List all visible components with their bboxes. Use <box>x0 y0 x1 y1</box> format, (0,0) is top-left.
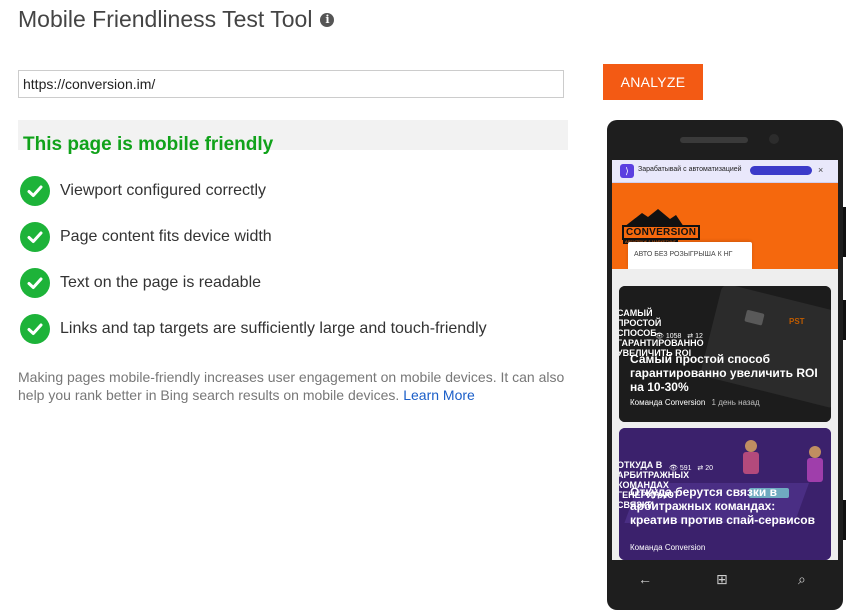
promo-text: АВТО БЕЗ РОЗЫГРЫША К НГ <box>634 251 733 258</box>
check-item: Text on the page is readable <box>20 260 487 306</box>
windows-home-icon[interactable]: ⊞ <box>716 571 728 588</box>
article-author: Команда Conversion 1 день назад <box>630 398 760 407</box>
check-item: Links and tap targets are sufficiently l… <box>20 306 487 352</box>
page-title: Mobile Friendliness Test Tool i <box>18 6 335 33</box>
phone-side-button <box>843 207 846 257</box>
check-item: Viewport configured correctly <box>20 168 487 214</box>
note-text: Making pages mobile-friendly increases u… <box>18 369 565 403</box>
result-heading: This page is mobile friendly <box>23 134 274 155</box>
check-circle-icon <box>20 222 50 252</box>
phone-speaker <box>680 137 748 143</box>
analyze-button[interactable]: ANALYZE <box>603 64 703 100</box>
search-icon[interactable]: ⌕ <box>798 571 806 588</box>
check-label: Page content fits device width <box>60 228 272 245</box>
learn-more-link[interactable]: Learn More <box>403 387 475 403</box>
comments-count: 20 <box>705 465 713 472</box>
info-icon[interactable]: i <box>320 12 335 27</box>
comments-count: 12 <box>695 333 703 340</box>
check-label: Text on the page is readable <box>60 274 262 291</box>
check-circle-icon <box>20 176 50 206</box>
check-item: Page content fits device width <box>20 214 487 260</box>
article-card[interactable]: ОТКУДА В АРБИТРАЖНЫХ КОМАНДАХ ГЕНЕРИРУЮТ… <box>619 428 831 560</box>
check-label: Links and tap targets are sufficiently l… <box>60 320 487 337</box>
article-stats: 👁 591 ⇄ 20 <box>669 465 713 472</box>
logo-mountain-icon <box>624 209 684 227</box>
site-logo[interactable]: CONVERSION <box>622 225 701 240</box>
close-icon[interactable]: × <box>818 165 823 175</box>
back-icon[interactable]: ← <box>638 571 652 587</box>
phone-side-button <box>843 300 846 340</box>
article-time: 1 день назад <box>711 398 760 407</box>
check-list: Viewport configured correctly Page conte… <box>20 168 487 352</box>
ad-logo-icon: ⟩ <box>620 164 634 178</box>
phone-side-button <box>843 500 846 540</box>
article-title[interactable]: Откуда берутся связки в арбитражных кома… <box>630 485 825 527</box>
views-count: 591 <box>679 465 692 472</box>
check-circle-icon <box>20 314 50 344</box>
article-card[interactable]: PST САМЫЙ ПРОСТОЙ СПОСОБ ГАРАНТИРОВАННО … <box>619 286 831 422</box>
ad-text: Зарабатывай с автоматизацией <box>638 166 742 173</box>
url-input[interactable] <box>18 70 564 98</box>
phone-nav-bar: ← ⊞ ⌕ <box>612 563 838 599</box>
views-count: 1058 <box>665 333 682 340</box>
article-author: Команда Conversion <box>630 543 706 552</box>
phone-camera <box>769 134 779 144</box>
author-name: Команда Conversion <box>630 398 706 407</box>
article-title[interactable]: Самый простой способ гарантированно увел… <box>630 352 825 394</box>
check-label: Viewport configured correctly <box>60 182 267 199</box>
ad-banner[interactable]: ⟩ Зарабатывай с автоматизацией × <box>612 160 838 183</box>
phone-screen: ⟩ Зарабатывай с автоматизацией × CONVERS… <box>612 160 838 560</box>
page-title-text: Mobile Friendliness Test Tool <box>18 6 313 32</box>
check-circle-icon <box>20 268 50 298</box>
ad-button[interactable] <box>750 166 812 175</box>
article-stats: 👁 1058 ⇄ 12 <box>655 333 703 340</box>
info-note: Making pages mobile-friendly increases u… <box>18 368 574 404</box>
